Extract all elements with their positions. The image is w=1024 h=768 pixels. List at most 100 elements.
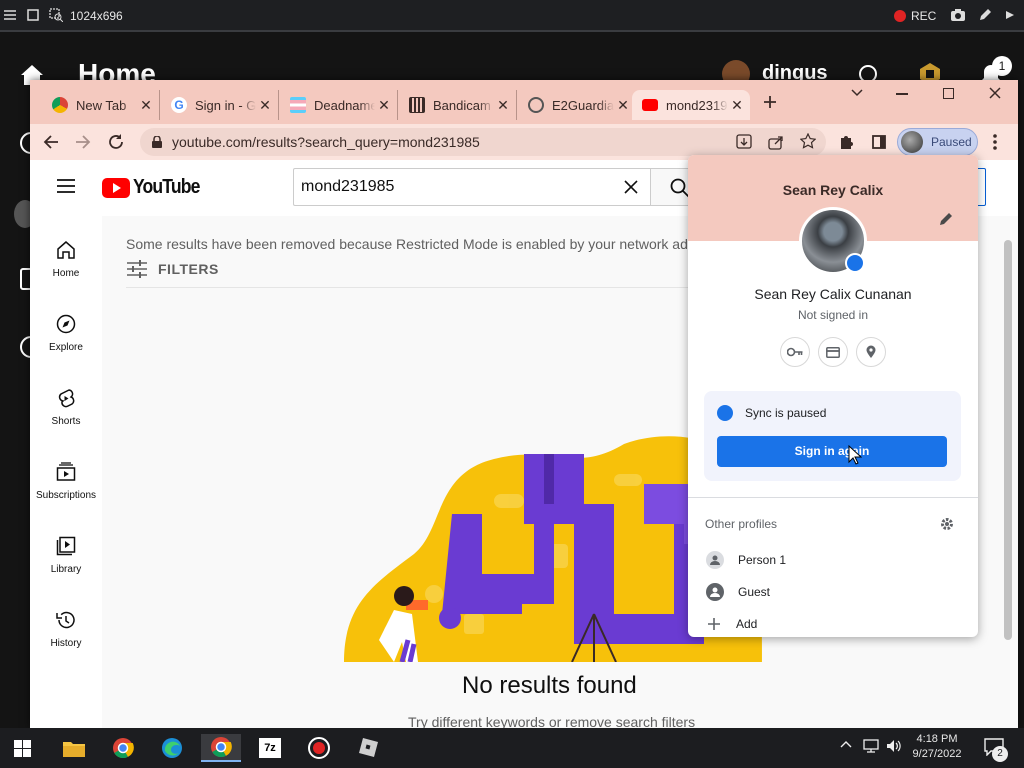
address-bar[interactable]: youtube.com/results?search_query=mond231…: [140, 128, 826, 156]
nav-history[interactable]: History: [30, 602, 102, 672]
filters-button[interactable]: FILTERS: [126, 260, 219, 278]
hamburger-icon[interactable]: [57, 179, 75, 193]
compass-icon: [56, 314, 76, 334]
new-tab-button[interactable]: [762, 94, 778, 110]
nav-shorts[interactable]: Shorts: [30, 380, 102, 450]
search-input[interactable]: mond231985: [293, 168, 651, 206]
clock-date: 9/27/2022: [912, 748, 962, 760]
chrome-active-taskbar-icon[interactable]: [201, 734, 241, 762]
close-icon[interactable]: ✕: [494, 97, 512, 114]
file-explorer-icon[interactable]: [54, 734, 94, 762]
chrome-taskbar-icon[interactable]: [103, 734, 143, 762]
profile-name: Add: [736, 617, 758, 631]
bookmark-star-icon[interactable]: [800, 133, 816, 149]
share-icon[interactable]: [768, 134, 784, 150]
volume-icon[interactable]: [886, 739, 902, 753]
other-profiles-label: Other profiles: [705, 517, 778, 531]
menu-icon[interactable]: [4, 9, 16, 21]
nav-library[interactable]: Library: [30, 528, 102, 598]
windows-start-icon[interactable]: [14, 740, 31, 757]
close-icon[interactable]: ✕: [728, 97, 746, 114]
nav-subscriptions[interactable]: Subscriptions: [30, 454, 102, 524]
profile-name: Person 1: [738, 553, 787, 567]
nav-label: Explore: [49, 342, 83, 353]
bandicam-icon: [409, 97, 425, 113]
youtube-logo[interactable]: YouTube: [102, 176, 209, 199]
tab-search-icon[interactable]: [850, 88, 864, 98]
region-select-icon[interactable]: [49, 8, 63, 22]
nav-label: History: [50, 638, 82, 649]
edit-profile-icon[interactable]: [939, 212, 953, 226]
nav-explore[interactable]: Explore: [30, 306, 102, 376]
chrome-menu-icon[interactable]: [992, 134, 998, 150]
bandicam-taskbar-icon[interactable]: [299, 734, 339, 762]
history-icon: [56, 611, 75, 629]
tab-title: Sign in - Google Accounts: [195, 97, 256, 113]
clear-search-icon[interactable]: [624, 180, 638, 194]
side-panel-icon[interactable]: [872, 135, 886, 149]
tab-bandicam[interactable]: Bandicam ✕: [399, 90, 517, 120]
profile-item-person-1[interactable]: Person 1: [688, 545, 978, 575]
install-icon[interactable]: [736, 134, 752, 150]
window-icon[interactable]: [27, 9, 39, 21]
restricted-notice: Some results have been removed because R…: [126, 236, 726, 252]
pencil-icon[interactable]: [978, 8, 992, 22]
reload-button[interactable]: [107, 133, 125, 151]
nav-label: Subscriptions: [35, 490, 97, 501]
flag-icon: [290, 97, 306, 113]
7zip-icon[interactable]: 7z: [250, 734, 290, 762]
profile-name: Guest: [738, 585, 771, 599]
back-button[interactable]: [43, 134, 59, 150]
network-icon[interactable]: [863, 739, 879, 753]
close-icon[interactable]: ✕: [375, 97, 393, 114]
clock[interactable]: 4:18 PM 9/27/2022: [912, 732, 962, 762]
edge-icon[interactable]: [152, 734, 192, 762]
plus-icon: [707, 617, 721, 631]
tab-google-signin[interactable]: G Sign in - Google Accounts ✕: [161, 90, 279, 120]
extensions-icon[interactable]: [838, 134, 854, 150]
profile-status: Paused: [931, 135, 972, 149]
rec-label[interactable]: REC: [911, 9, 936, 23]
roblox-icon[interactable]: [348, 734, 388, 762]
nav-home[interactable]: Home: [30, 232, 102, 302]
scrollbar[interactable]: [1004, 240, 1012, 640]
show-hidden-icons-icon[interactable]: [840, 740, 852, 748]
forward-button[interactable]: [75, 134, 91, 150]
mouse-cursor-icon: [848, 445, 862, 465]
close-icon[interactable]: ✕: [137, 97, 155, 114]
tab-youtube[interactable]: mond231985 - YouTube ✕: [632, 90, 750, 120]
search-value: mond231985: [301, 178, 395, 195]
manage-profiles-gear-icon[interactable]: [940, 517, 954, 531]
profile-full-name: Sean Rey Calix Cunanan: [754, 286, 912, 302]
add-profile-button[interactable]: Add: [688, 609, 978, 637]
notification-badge: 1: [992, 56, 1012, 76]
payment-card-icon[interactable]: [818, 337, 848, 367]
avatar: [901, 131, 923, 153]
camera-icon[interactable]: [950, 8, 966, 22]
maximize-button[interactable]: [943, 88, 954, 99]
profile-item-guest[interactable]: Guest: [688, 577, 978, 607]
filters-label: FILTERS: [158, 261, 219, 277]
tab-title: E2Guardian: [552, 97, 614, 113]
tab-deadname[interactable]: Deadname ✕: [280, 90, 398, 120]
sign-in-again-button[interactable]: Sign in again: [717, 436, 947, 467]
logo-text: YouTube: [133, 176, 200, 198]
close-icon[interactable]: ✕: [614, 97, 632, 114]
person-icon: [706, 551, 724, 569]
sync-status: Sync is paused: [745, 406, 827, 420]
chrome-icon: [52, 97, 68, 113]
passwords-key-icon[interactable]: [780, 337, 810, 367]
lock-icon[interactable]: [152, 136, 162, 148]
profile-header-name: Sean Rey Calix: [782, 182, 884, 198]
profile-button[interactable]: Paused: [897, 128, 978, 156]
window-close-button[interactable]: [988, 86, 1002, 100]
shorts-icon: [58, 389, 75, 408]
tab-e2guardian[interactable]: E2Guardian ✕: [518, 90, 636, 120]
minimize-button[interactable]: [896, 93, 908, 95]
close-icon[interactable]: ✕: [256, 97, 274, 114]
addresses-pin-icon[interactable]: [856, 337, 886, 367]
collapse-icon[interactable]: [1003, 8, 1017, 22]
tab-new-tab[interactable]: New Tab ✕: [42, 90, 160, 120]
tab-strip: New Tab ✕ G Sign in - Google Accounts ✕ …: [30, 80, 1018, 124]
url-text: youtube.com/results?search_query=mond231…: [172, 134, 480, 150]
